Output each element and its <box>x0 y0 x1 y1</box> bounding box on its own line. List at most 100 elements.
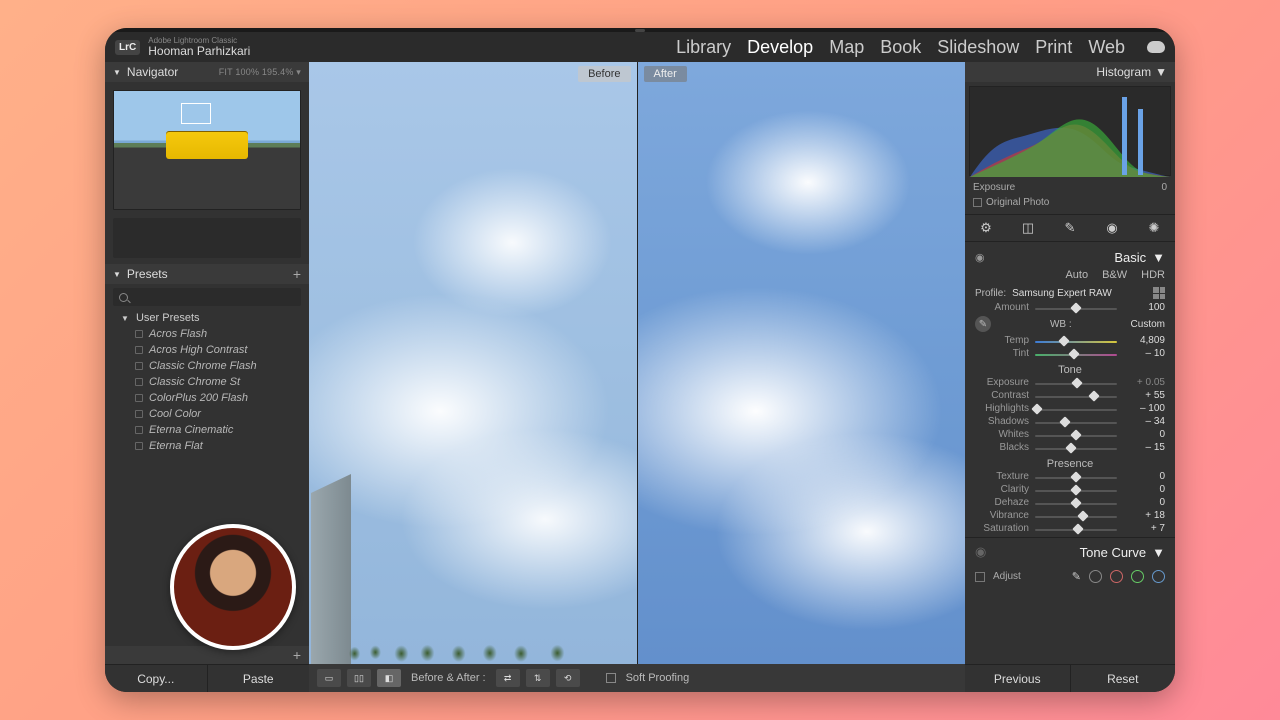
slider-value[interactable]: – 34 <box>1123 416 1165 427</box>
after-view[interactable]: After <box>638 62 966 664</box>
presence-section-label: Presence <box>965 454 1175 470</box>
shadows-slider[interactable]: Shadows – 34 <box>965 415 1175 428</box>
presets-header[interactable]: ▼ Presets + <box>105 264 309 284</box>
navigator-preview[interactable] <box>113 90 301 210</box>
slider-value[interactable]: 0 <box>1123 484 1165 495</box>
slider-value[interactable]: + 55 <box>1123 390 1165 401</box>
slider-label: Highlights <box>975 403 1029 414</box>
histogram-header[interactable]: Histogram ▼ <box>965 62 1175 82</box>
preset-item[interactable]: Eterna Cinematic <box>105 422 309 438</box>
readout-value: 0 <box>1161 182 1167 193</box>
tone-curve-header[interactable]: ◉ Tone Curve ▼ <box>965 537 1175 566</box>
basic-header[interactable]: ◉ Basic ▼ <box>965 246 1175 269</box>
blue-channel[interactable] <box>1152 570 1165 583</box>
green-channel[interactable] <box>1131 570 1144 583</box>
module-map[interactable]: Map <box>829 37 864 58</box>
texture-slider[interactable]: Texture0 <box>965 470 1175 483</box>
temp-slider[interactable]: Temp 4,809 <box>965 334 1175 347</box>
module-develop[interactable]: Develop <box>747 37 813 58</box>
luma-channel[interactable] <box>1089 570 1102 583</box>
add-preset-icon[interactable]: + <box>293 266 301 282</box>
point-curve-icon[interactable]: ✎ <box>1072 570 1081 583</box>
original-photo-row[interactable]: Original Photo <box>965 195 1175 214</box>
module-book[interactable]: Book <box>880 37 921 58</box>
vibrance-slider[interactable]: Vibrance+ 18 <box>965 509 1175 522</box>
slider-value[interactable]: – 15 <box>1123 442 1165 453</box>
healing-icon[interactable]: ✎ <box>1062 220 1078 236</box>
preset-search[interactable] <box>113 288 301 306</box>
panel-toggle-icon[interactable]: ◉ <box>975 544 986 560</box>
exposure-slider[interactable]: Exposure + 0.05 <box>965 376 1175 389</box>
preset-item[interactable]: ColorPlus 200 Flash <box>105 390 309 406</box>
copy-button[interactable]: Copy... <box>105 665 208 692</box>
amount-slider[interactable]: Amount 100 <box>965 301 1175 314</box>
original-photo-checkbox[interactable] <box>973 198 982 207</box>
ba-left-right-button[interactable]: ⇄ <box>496 669 520 687</box>
module-library[interactable]: Library <box>676 37 731 58</box>
slider-value[interactable]: 0 <box>1123 471 1165 482</box>
cloud-sync-icon[interactable] <box>1147 41 1165 53</box>
profile-row[interactable]: Profile: Samsung Expert RAW <box>965 285 1175 301</box>
adjust-checkbox[interactable] <box>975 572 985 582</box>
clarity-slider[interactable]: Clarity0 <box>965 483 1175 496</box>
profile-browser-icon[interactable] <box>1153 287 1165 299</box>
preset-item[interactable]: Acros Flash <box>105 326 309 342</box>
slider-value[interactable]: + 7 <box>1123 523 1165 534</box>
preset-item[interactable]: Classic Chrome St <box>105 374 309 390</box>
tab-bw[interactable]: B&W <box>1102 269 1127 281</box>
readout-label: Exposure <box>973 182 1015 193</box>
slider-value[interactable]: + 18 <box>1123 510 1165 521</box>
histogram[interactable] <box>969 86 1171 176</box>
module-web[interactable]: Web <box>1088 37 1125 58</box>
navigator-header[interactable]: ▼ Navigator FIT 100% 195.4% ▾ <box>105 62 309 82</box>
preset-item[interactable]: Classic Chrome Flash <box>105 358 309 374</box>
preset-item[interactable]: Eterna Flat <box>105 438 309 454</box>
paste-button[interactable]: Paste <box>208 665 310 692</box>
before-view[interactable]: Before <box>309 62 637 664</box>
mask-icon[interactable]: ◉ <box>1104 220 1120 236</box>
whites-slider[interactable]: Whites 0 <box>965 428 1175 441</box>
wb-value[interactable]: Custom <box>1131 319 1165 330</box>
redeye-icon[interactable]: ✺ <box>1146 220 1162 236</box>
panel-toggle-icon[interactable]: ◉ <box>975 251 985 264</box>
slider-value[interactable]: – 10 <box>1123 348 1165 359</box>
contrast-slider[interactable]: Contrast + 55 <box>965 389 1175 402</box>
slider-value[interactable]: – 100 <box>1123 403 1165 414</box>
highlights-slider[interactable]: Highlights – 100 <box>965 402 1175 415</box>
ba-top-bottom-button[interactable]: ⇅ <box>526 669 550 687</box>
ba-swap-button[interactable]: ⟲ <box>556 669 580 687</box>
tint-slider[interactable]: Tint – 10 <box>965 347 1175 360</box>
user-name: Hooman Parhizkari <box>148 45 250 58</box>
slider-value[interactable]: 0 <box>1123 497 1165 508</box>
slider-value[interactable]: 0 <box>1123 429 1165 440</box>
module-slideshow[interactable]: Slideshow <box>937 37 1019 58</box>
saturation-slider[interactable]: Saturation+ 7 <box>965 522 1175 535</box>
before-after-view-button[interactable]: ◧ <box>377 669 401 687</box>
slider-value[interactable]: + 0.05 <box>1123 377 1165 388</box>
slider-value[interactable]: 100 <box>1123 302 1165 313</box>
navigator-crop-rect[interactable] <box>181 103 211 124</box>
dehaze-slider[interactable]: Dehaze0 <box>965 496 1175 509</box>
canvas[interactable]: Before After <box>309 62 965 664</box>
reset-button[interactable]: Reset <box>1071 665 1176 692</box>
left-extra-header[interactable]: + <box>105 646 309 664</box>
blacks-slider[interactable]: Blacks – 15 <box>965 441 1175 454</box>
compare-view-button[interactable]: ▯▯ <box>347 669 371 687</box>
add-icon[interactable]: + <box>293 647 301 663</box>
profile-value[interactable]: Samsung Expert RAW <box>1012 288 1112 299</box>
eyedropper-icon[interactable]: ✎ <box>975 316 991 332</box>
preset-group-user[interactable]: ▼ User Presets <box>105 310 309 326</box>
preset-item[interactable]: Cool Color <box>105 406 309 422</box>
tab-hdr[interactable]: HDR <box>1141 269 1165 281</box>
red-channel[interactable] <box>1110 570 1123 583</box>
module-print[interactable]: Print <box>1035 37 1072 58</box>
crop-icon[interactable]: ◫ <box>1020 220 1036 236</box>
preset-item[interactable]: Acros High Contrast <box>105 342 309 358</box>
loupe-view-button[interactable]: ▭ <box>317 669 341 687</box>
slider-value[interactable]: 4,809 <box>1123 335 1165 346</box>
soft-proofing-checkbox[interactable] <box>606 673 616 683</box>
edit-sliders-icon[interactable]: ⚙ <box>978 220 994 236</box>
navigator-zoom[interactable]: FIT 100% 195.4% ▾ <box>219 67 301 78</box>
tab-auto[interactable]: Auto <box>1065 269 1088 281</box>
previous-button[interactable]: Previous <box>965 665 1071 692</box>
